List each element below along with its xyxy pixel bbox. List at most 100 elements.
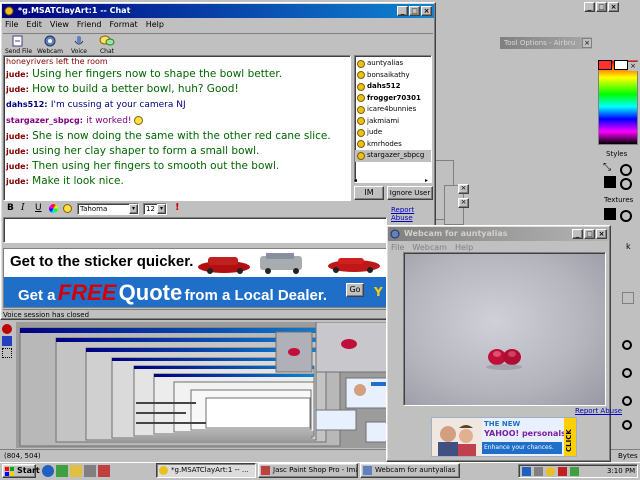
chat-message-nick[interactable]: stargazer_sbpcg: bbox=[6, 116, 83, 125]
font-dropdown-arrow-icon[interactable]: ▾ bbox=[129, 204, 138, 214]
psp-scroll-button[interactable] bbox=[622, 292, 634, 304]
psp-image-canvas[interactable] bbox=[16, 322, 388, 448]
tray-antivirus-icon[interactable] bbox=[558, 467, 567, 476]
user-list-item[interactable]: jude bbox=[355, 127, 431, 139]
psp-circle-icon-3[interactable] bbox=[622, 396, 632, 406]
tray-app-icon[interactable] bbox=[570, 467, 579, 476]
webcam-title-bar[interactable]: Webcam for auntyalias _ □ × bbox=[388, 227, 609, 241]
ignore-user-button[interactable]: Ignore User bbox=[387, 186, 433, 200]
psp-styles-null-icon[interactable] bbox=[620, 178, 632, 190]
psp-tool-shape-icon[interactable] bbox=[2, 324, 12, 334]
ad-click-box[interactable]: CLICK bbox=[564, 418, 576, 456]
webcam-close-button[interactable]: × bbox=[596, 229, 607, 239]
tray-clock[interactable]: 3:10 PM bbox=[607, 467, 635, 475]
voice-button[interactable]: Voice bbox=[67, 35, 91, 55]
psp-styles-fill-null-icon[interactable] bbox=[620, 164, 632, 176]
user-list-scroll-left[interactable]: ◂ bbox=[354, 177, 362, 185]
emoticon-button-icon[interactable] bbox=[63, 204, 72, 213]
psp-tool-select-icon[interactable] bbox=[2, 348, 12, 358]
quick-launch-ie-icon[interactable] bbox=[42, 465, 54, 477]
chat-title-bar[interactable]: *g.MSATClayArt:1 -- Chat _ □ × bbox=[2, 4, 434, 18]
size-select[interactable]: 12 ▾ bbox=[143, 203, 167, 215]
quick-launch-app-icon[interactable] bbox=[98, 465, 110, 477]
webcam-minimize-button[interactable]: _ bbox=[572, 229, 583, 239]
user-list[interactable]: auntyalias bonsaikathy dahs512 frogger70301… bbox=[354, 55, 432, 183]
menu-format[interactable]: Format bbox=[109, 19, 137, 31]
task-psp[interactable]: Jasc Paint Shop Pro - Ima... bbox=[258, 463, 358, 478]
buzz-icon[interactable]: ! bbox=[175, 202, 180, 213]
psp-palette-close[interactable]: × bbox=[628, 62, 638, 71]
chat-message-nick[interactable]: jude: bbox=[6, 85, 29, 94]
psp-color-swatch-red[interactable] bbox=[598, 60, 612, 70]
webcam-report-abuse-link[interactable]: Report Abuse bbox=[575, 407, 622, 415]
font-select[interactable]: Tahoma ▾ bbox=[77, 203, 139, 215]
chat-input[interactable] bbox=[3, 217, 387, 243]
chat-message-nick[interactable]: jude: bbox=[6, 132, 29, 141]
underline-button[interactable]: U bbox=[35, 203, 42, 213]
chat-message-nick[interactable]: dahs512: bbox=[6, 100, 47, 109]
task-webcam[interactable]: Webcam for auntyalias bbox=[360, 463, 460, 478]
chat-button[interactable]: Chat bbox=[95, 35, 119, 55]
webcam-window: Webcam for auntyalias _ □ × File Webcam … bbox=[386, 225, 622, 462]
user-list-item[interactable]: frogger70301 bbox=[355, 93, 431, 105]
bold-button[interactable]: B bbox=[7, 203, 14, 213]
psp-close-button[interactable]: × bbox=[608, 2, 619, 12]
quick-launch-desktop-icon[interactable] bbox=[56, 465, 68, 477]
psp-styles-stroke-swatch[interactable] bbox=[604, 176, 616, 188]
psp-color-swatch-white[interactable] bbox=[614, 60, 628, 70]
psp-swap-colors-icon[interactable]: ⤡ bbox=[600, 162, 614, 176]
chat-minimize-button[interactable]: _ bbox=[397, 6, 408, 16]
user-list-scroll-right[interactable]: ▸ bbox=[425, 177, 433, 185]
quick-launch-mail-icon[interactable] bbox=[70, 465, 82, 477]
menu-file[interactable]: File bbox=[5, 19, 18, 31]
psp-texture-swatch[interactable] bbox=[604, 208, 616, 220]
quick-launch-media-icon[interactable] bbox=[84, 465, 96, 477]
italic-button[interactable]: I bbox=[21, 203, 25, 213]
im-button[interactable]: IM bbox=[354, 186, 384, 200]
size-dropdown-arrow-icon[interactable]: ▾ bbox=[157, 204, 166, 214]
user-list-item[interactable]: auntyalias bbox=[355, 58, 431, 70]
user-list-item[interactable]: bonsaikathy bbox=[355, 70, 431, 82]
user-list-item[interactable]: stargazer_sbpcg bbox=[355, 150, 431, 162]
user-list-item[interactable]: icare4bunnies bbox=[355, 104, 431, 116]
color-button-icon[interactable] bbox=[49, 204, 58, 213]
psp-minimize-button[interactable]: _ bbox=[584, 2, 595, 12]
psp-tool-fill-icon[interactable] bbox=[2, 336, 12, 346]
task-chat[interactable]: *g.MSATClayArt:1 -- ... bbox=[156, 463, 256, 478]
psp-texture-null-icon[interactable] bbox=[620, 210, 632, 222]
send-file-button[interactable]: Send File bbox=[5, 35, 32, 55]
chat-message-nick[interactable]: jude: bbox=[6, 147, 29, 156]
menu-friend[interactable]: Friend bbox=[77, 19, 102, 31]
psp-maximize-button[interactable]: □ bbox=[596, 2, 607, 12]
chat-maximize-button[interactable]: □ bbox=[409, 6, 420, 16]
tray-network-icon[interactable] bbox=[522, 467, 531, 476]
menu-edit[interactable]: Edit bbox=[26, 19, 42, 31]
chat-close-button[interactable]: × bbox=[421, 6, 432, 16]
psp-tool-options-close[interactable]: × bbox=[582, 38, 592, 48]
chat-report-abuse-link[interactable]: Report Abuse bbox=[391, 206, 435, 222]
start-button[interactable]: Start bbox=[2, 464, 40, 478]
tray-messenger-icon[interactable] bbox=[546, 467, 555, 476]
chat-message-nick[interactable]: jude: bbox=[6, 70, 29, 79]
user-list-item[interactable]: kmrhodes bbox=[355, 139, 431, 151]
psp-circle-icon-1[interactable] bbox=[622, 340, 632, 350]
psp-circle-icon-4[interactable] bbox=[622, 420, 632, 430]
ad-go-button[interactable]: Go bbox=[346, 283, 364, 297]
psp-color-palette[interactable] bbox=[598, 60, 638, 145]
user-list-item[interactable]: jakmiami bbox=[355, 116, 431, 128]
yahoo-personals-ad[interactable]: THE NEW YAHOO! personals Enhance your ch… bbox=[431, 417, 577, 457]
menu-help[interactable]: Help bbox=[146, 19, 164, 31]
psp-tool-options-title[interactable]: Tool Options - Airbru bbox=[500, 37, 592, 49]
tray-volume-icon[interactable] bbox=[534, 467, 543, 476]
psp-close-button-2[interactable]: × bbox=[458, 198, 469, 208]
webcam-maximize-button[interactable]: □ bbox=[584, 229, 595, 239]
webcam-button[interactable]: Webcam bbox=[37, 35, 63, 55]
user-list-item[interactable]: dahs512 bbox=[355, 81, 431, 93]
chat-message-nick[interactable]: jude: bbox=[6, 177, 29, 186]
menu-view[interactable]: View bbox=[50, 19, 69, 31]
chat-transcript[interactable]: honeyrivers left the room jude: Using her… bbox=[3, 55, 351, 201]
psp-circle-icon-2[interactable] bbox=[622, 368, 632, 378]
ad-banner[interactable]: Get to the sticker quicker. Get a FREE Q… bbox=[3, 248, 387, 308]
chat-message-nick[interactable]: jude: bbox=[6, 162, 29, 171]
psp-close-button-1[interactable]: × bbox=[458, 184, 469, 194]
